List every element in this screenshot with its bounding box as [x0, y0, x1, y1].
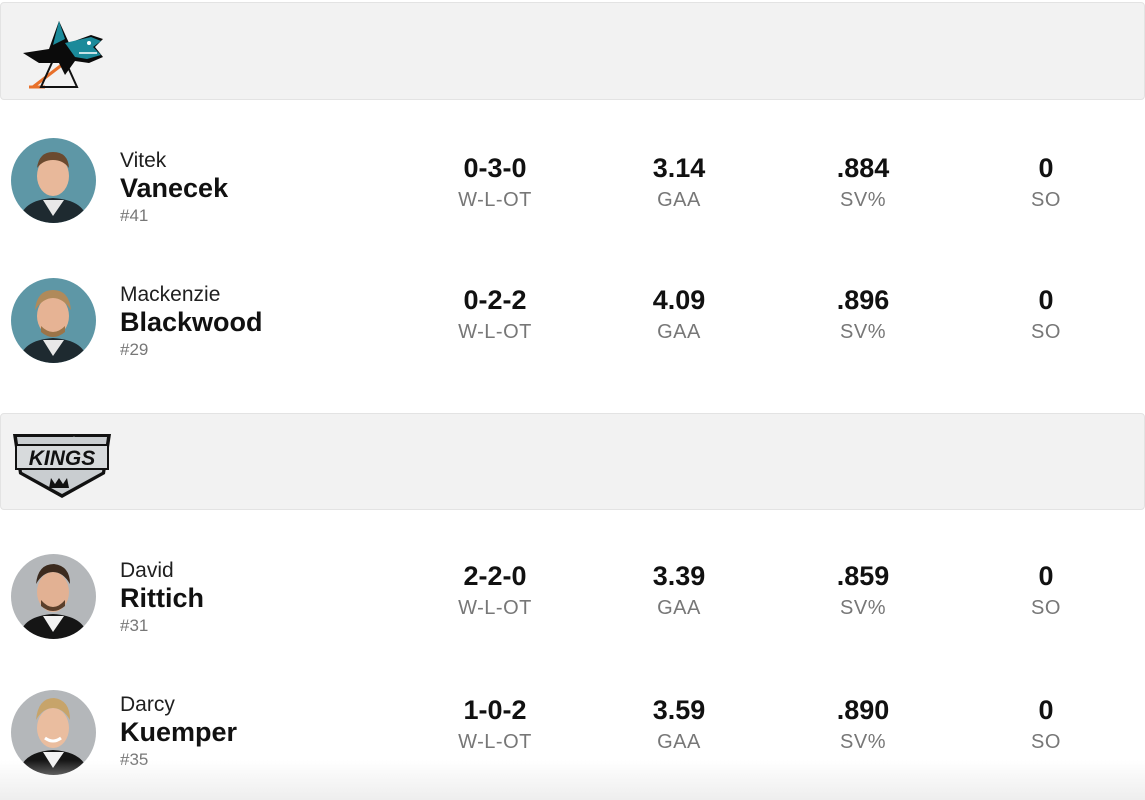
- stat-gaa: 3.59 GAA: [609, 694, 749, 758]
- kings-logo-main-text: KINGS: [29, 447, 96, 470]
- stat-gaa-value: 3.39: [652, 561, 706, 591]
- stat-gaa: 4.09 GAA: [609, 284, 749, 348]
- stat-save-pct-value: .890: [836, 695, 890, 725]
- player-avatar: [11, 138, 96, 223]
- stat-record: 0-3-0 W-L-OT: [425, 152, 565, 216]
- stat-save-pct-value: .884: [836, 153, 890, 183]
- player-number: #29: [120, 340, 149, 359]
- stat-save-pct-label: SV%: [840, 597, 886, 619]
- stat-shutouts: 0 SO: [976, 284, 1116, 348]
- stat-gaa: 3.14 GAA: [609, 152, 749, 216]
- stat-record-value: 0-2-2: [463, 285, 527, 315]
- los-angeles-kings-logo-icon[interactable]: Los Angeles KINGS: [7, 426, 117, 502]
- stat-save-pct-value: .859: [836, 561, 890, 591]
- player-last-name[interactable]: Kuemper: [120, 717, 237, 747]
- stat-gaa-value: 3.14: [652, 153, 706, 183]
- stat-record: 1-0-2 W-L-OT: [425, 694, 565, 758]
- player-last-name[interactable]: Rittich: [120, 583, 204, 613]
- player-row[interactable]: Vitek Vanecek #41 0-3-0 W-L-OT 3.14 GAA …: [0, 138, 1145, 258]
- stat-shutouts-value: 0: [1038, 285, 1054, 315]
- player-name-block: Vitek Vanecek #41: [120, 149, 228, 228]
- stat-save-pct-value: .896: [836, 285, 890, 315]
- stat-shutouts-value: 0: [1038, 561, 1054, 591]
- player-row[interactable]: Darcy Kuemper #35 1-0-2 W-L-OT 3.59 GAA …: [0, 690, 1145, 800]
- player-name-block: Mackenzie Blackwood #29: [120, 283, 263, 362]
- stat-record-label: W-L-OT: [458, 731, 532, 753]
- stat-record-label: W-L-OT: [458, 321, 532, 343]
- stat-record-value: 0-3-0: [463, 153, 527, 183]
- player-avatar: [11, 690, 96, 775]
- stat-record: 0-2-2 W-L-OT: [425, 284, 565, 348]
- stat-gaa-value: 4.09: [652, 285, 706, 315]
- stat-gaa-label: GAA: [657, 321, 701, 343]
- stat-record-label: W-L-OT: [458, 597, 532, 619]
- stat-record-label: W-L-OT: [458, 189, 532, 211]
- stat-shutouts: 0 SO: [976, 694, 1116, 758]
- stat-gaa-label: GAA: [657, 731, 701, 753]
- player-number: #41: [120, 206, 149, 225]
- player-last-name[interactable]: Blackwood: [120, 307, 263, 337]
- stat-shutouts: 0 SO: [976, 560, 1116, 624]
- stat-save-pct-label: SV%: [840, 731, 886, 753]
- player-last-name[interactable]: Vanecek: [120, 173, 228, 203]
- kings-logo-city-text: Los Angeles: [41, 437, 82, 444]
- player-first-name: Darcy: [120, 693, 175, 716]
- san-jose-sharks-logo-icon[interactable]: [19, 17, 107, 89]
- stat-save-pct-label: SV%: [840, 321, 886, 343]
- player-first-name: Vitek: [120, 149, 167, 172]
- stat-record-value: 1-0-2: [463, 695, 527, 725]
- stat-gaa-label: GAA: [657, 597, 701, 619]
- stat-save-pct: .884 SV%: [793, 152, 933, 216]
- player-number: #35: [120, 750, 149, 769]
- player-name-block: David Rittich #31: [120, 559, 204, 638]
- player-first-name: David: [120, 559, 174, 582]
- stat-save-pct: .896 SV%: [793, 284, 933, 348]
- player-row[interactable]: David Rittich #31 2-2-0 W-L-OT 3.39 GAA …: [0, 552, 1145, 672]
- stat-save-pct-label: SV%: [840, 189, 886, 211]
- stat-gaa: 3.39 GAA: [609, 560, 749, 624]
- player-number: #31: [120, 616, 149, 635]
- player-row[interactable]: Mackenzie Blackwood #29 0-2-2 W-L-OT 4.0…: [0, 278, 1145, 398]
- player-first-name: Mackenzie: [120, 283, 221, 306]
- stat-shutouts-value: 0: [1038, 153, 1054, 183]
- stat-shutouts-label: SO: [1031, 597, 1061, 619]
- stat-shutouts: 0 SO: [976, 152, 1116, 216]
- stat-save-pct: .859 SV%: [793, 560, 933, 624]
- stat-shutouts-value: 0: [1038, 695, 1054, 725]
- stat-save-pct: .890 SV%: [793, 694, 933, 758]
- team-header-sharks: [0, 2, 1145, 100]
- player-avatar: [11, 554, 96, 639]
- player-name-block: Darcy Kuemper #35: [120, 693, 237, 772]
- stat-shutouts-label: SO: [1031, 189, 1061, 211]
- player-avatar: [11, 278, 96, 363]
- stat-record-value: 2-2-0: [463, 561, 527, 591]
- stat-gaa-value: 3.59: [652, 695, 706, 725]
- stat-record: 2-2-0 W-L-OT: [425, 560, 565, 624]
- team-header-kings: Los Angeles KINGS: [0, 413, 1145, 510]
- stat-gaa-label: GAA: [657, 189, 701, 211]
- stat-shutouts-label: SO: [1031, 321, 1061, 343]
- stat-shutouts-label: SO: [1031, 731, 1061, 753]
